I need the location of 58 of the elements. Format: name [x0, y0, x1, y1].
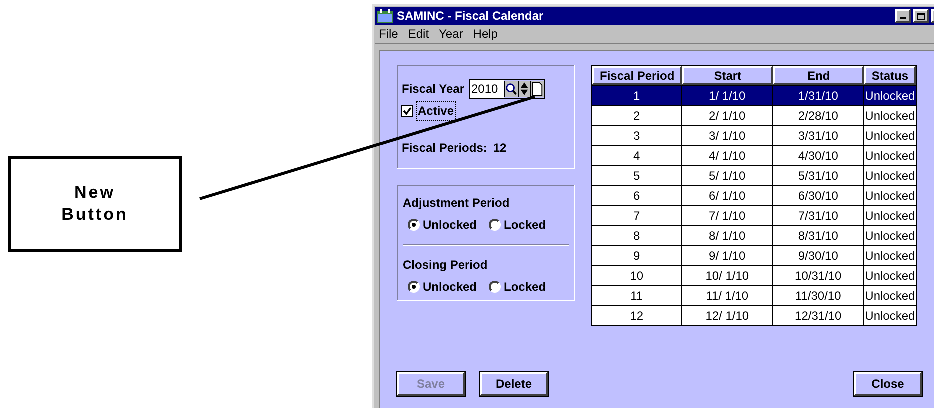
column-header[interactable]: Start — [682, 66, 774, 85]
command-button[interactable]: Close — [854, 372, 922, 396]
table-row[interactable]: 8 8/ 1/10 8/31/10 Unlocked — [592, 225, 916, 245]
column-header[interactable]: End — [773, 66, 864, 85]
table-cell-text: Unlocked — [864, 168, 916, 184]
radio-button[interactable] — [408, 219, 420, 231]
field-label: Fiscal Periods: — [402, 140, 488, 157]
table-cell-text: Unlocked — [864, 108, 916, 124]
table-row[interactable]: 4 4/ 1/10 4/30/10 Unlocked — [592, 145, 916, 165]
group-title: Adjustment Period — [403, 195, 511, 212]
table-cell-text: Unlocked — [864, 308, 916, 324]
radio-label: Locked — [504, 279, 546, 296]
radio-label: Unlocked — [423, 217, 478, 234]
table-row[interactable]: 9 9/ 1/10 9/30/10 Unlocked — [592, 245, 916, 265]
radio-label: Locked — [504, 217, 546, 234]
table-cell: 12/31/10 — [773, 306, 864, 325]
period-count: 12 — [493, 140, 507, 157]
menu-item[interactable]: Help — [473, 25, 498, 43]
callout-text: Button — [62, 204, 128, 226]
table-cell-text: Unlocked — [864, 288, 916, 304]
table-row[interactable]: 7 7/ 1/10 7/31/10 Unlocked — [592, 205, 916, 225]
group-title: Closing Period — [403, 257, 489, 274]
radio-button[interactable] — [408, 281, 420, 293]
table-cell-text: Unlocked — [864, 208, 916, 224]
callout-text: New — [74, 182, 116, 204]
window-title: SAMINC - Fiscal Calendar — [397, 8, 545, 25]
table-cell: 12/ 1/10 — [682, 306, 774, 325]
menu-item[interactable]: Year — [439, 25, 464, 43]
radio-label: Unlocked — [423, 279, 478, 296]
table-cell-text: Unlocked — [864, 128, 916, 144]
table-row[interactable]: 10 10/ 1/10 10/31/10 Unlocked — [592, 265, 916, 285]
menu-item[interactable]: Edit — [408, 25, 430, 43]
table-cell: 12 — [592, 306, 682, 325]
table-cell-text: Unlocked — [864, 248, 916, 264]
checkbox-label: Active — [416, 101, 456, 121]
column-header[interactable]: Status — [864, 66, 916, 85]
table-cell-text: Unlocked — [864, 88, 916, 104]
field-label: Fiscal Year — [402, 81, 464, 98]
maximize-icon[interactable] — [913, 9, 929, 23]
checkbox[interactable] — [401, 105, 413, 117]
table-row[interactable]: 12 12/ 1/10 12/31/10 Unlocked — [592, 305, 916, 325]
table-row[interactable]: 2 2/ 1/10 2/28/10 Unlocked — [592, 105, 916, 125]
table-row[interactable]: 1 1/ 1/10 1/31/10 Unlocked — [592, 85, 916, 105]
table-row[interactable]: 11 11/ 1/10 11/30/10 Unlocked — [592, 285, 916, 305]
table-cell-text: Unlocked — [864, 268, 916, 284]
calendar-icon — [377, 9, 393, 23]
command-button[interactable]: Delete — [480, 372, 548, 396]
column-header[interactable]: Fiscal Period — [592, 66, 682, 85]
table-row[interactable]: 3 3/ 1/10 3/31/10 Unlocked — [592, 125, 916, 145]
radio-button[interactable] — [489, 281, 502, 293]
menu-item[interactable]: File — [379, 25, 398, 43]
table-cell-text: Unlocked — [864, 228, 916, 244]
table-cell-text: Unlocked — [864, 148, 916, 164]
radio-button[interactable] — [489, 219, 502, 231]
table-row[interactable]: 5 5/ 1/10 5/31/10 Unlocked — [592, 165, 916, 185]
minimize-icon[interactable] — [895, 9, 911, 23]
table-row[interactable]: 6 6/ 1/10 6/30/10 Unlocked — [592, 185, 916, 205]
table-cell-text: Unlocked — [864, 188, 916, 204]
